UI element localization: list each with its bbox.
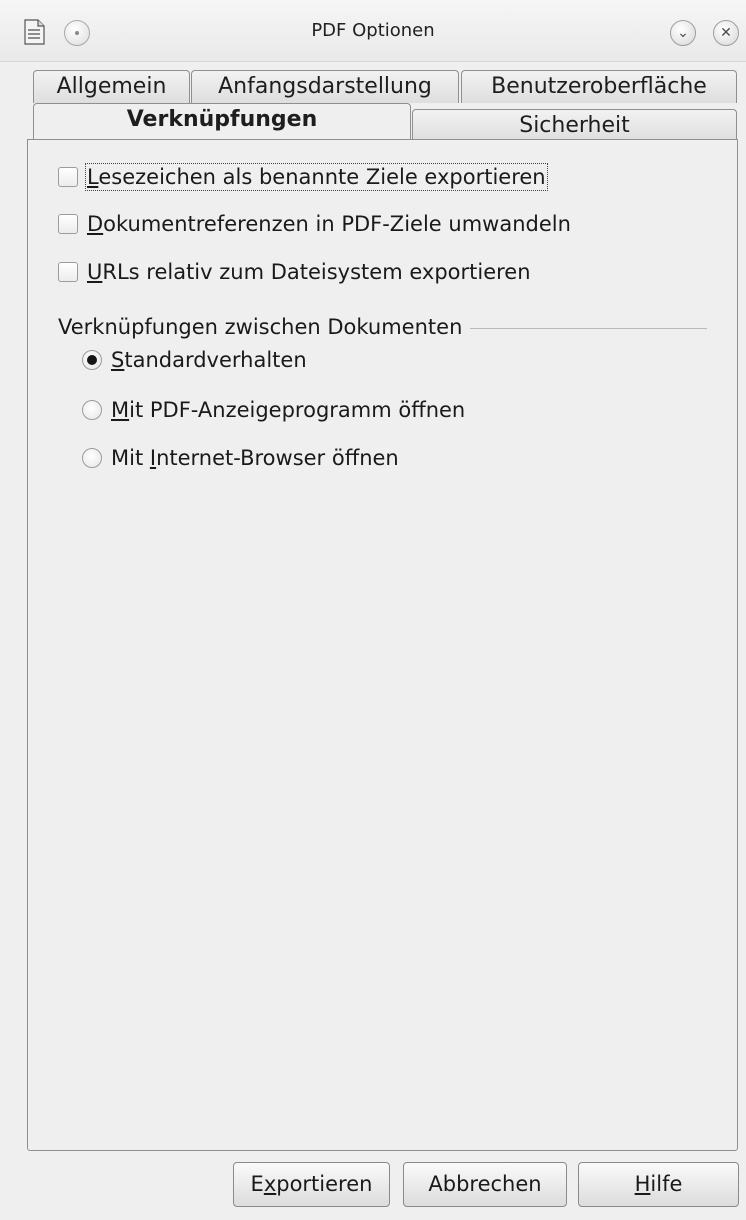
option-urls[interactable]: URLs relativ zum Dateisystem exportieren [58, 256, 531, 288]
pdf-viewer-label[interactable]: Mit PDF-Anzeigeprogramm öffnen [111, 398, 465, 422]
crossdoc-group-label: Verknüpfungen zwischen Dokumenten [58, 315, 463, 339]
tab-allgemein[interactable]: Allgemein [33, 70, 190, 103]
radio-browser[interactable]: Mit Internet-Browser öffnen [82, 442, 399, 474]
docrefs-label[interactable]: Dokumentreferenzen in PDF-Ziele umwandel… [87, 212, 571, 236]
tab-verknuepfungen[interactable]: Verknüpfungen [33, 103, 411, 139]
standard-label[interactable]: Standardverhalten [111, 348, 307, 372]
help-button[interactable]: Hilfe [578, 1162, 739, 1207]
group-divider [470, 328, 707, 329]
urls-checkbox[interactable] [58, 262, 78, 282]
option-bookmarks[interactable]: Lesezeichen als benannte Ziele exportier… [58, 161, 548, 193]
title-bar: PDF Optionen ⌄ ✕ [0, 0, 746, 62]
bookmarks-label[interactable]: Lesezeichen als benannte Ziele exportier… [85, 163, 548, 191]
radio-pdf-viewer[interactable]: Mit PDF-Anzeigeprogramm öffnen [82, 394, 465, 426]
crossdoc-group-header: Verknüpfungen zwischen Dokumenten [58, 312, 707, 342]
pdf-viewer-radio[interactable] [82, 400, 102, 420]
option-docrefs[interactable]: Dokumentreferenzen in PDF-Ziele umwandel… [58, 208, 571, 240]
radio-standard[interactable]: Standardverhalten [82, 344, 307, 376]
window-title: PDF Optionen [311, 20, 435, 41]
tab-anfangsdarstellung[interactable]: Anfangsdarstellung [191, 70, 459, 103]
bookmarks-checkbox[interactable] [58, 167, 78, 187]
browser-radio[interactable] [82, 448, 102, 468]
export-button[interactable]: Exportieren [233, 1162, 390, 1207]
tab-benutzeroberflaeche[interactable]: Benutzeroberfläche [461, 70, 737, 103]
tab-panel: Lesezeichen als benannte Ziele exportier… [27, 139, 738, 1151]
tab-sicherheit[interactable]: Sicherheit [412, 109, 737, 142]
minimize-icon[interactable]: ⌄ [670, 20, 696, 46]
urls-label[interactable]: URLs relativ zum Dateisystem exportieren [87, 260, 531, 284]
close-icon[interactable]: ✕ [713, 20, 739, 46]
docrefs-checkbox[interactable] [58, 214, 78, 234]
browser-label[interactable]: Mit Internet-Browser öffnen [111, 446, 399, 470]
cancel-button[interactable]: Abbrechen [403, 1162, 567, 1207]
standard-radio[interactable] [82, 350, 102, 370]
